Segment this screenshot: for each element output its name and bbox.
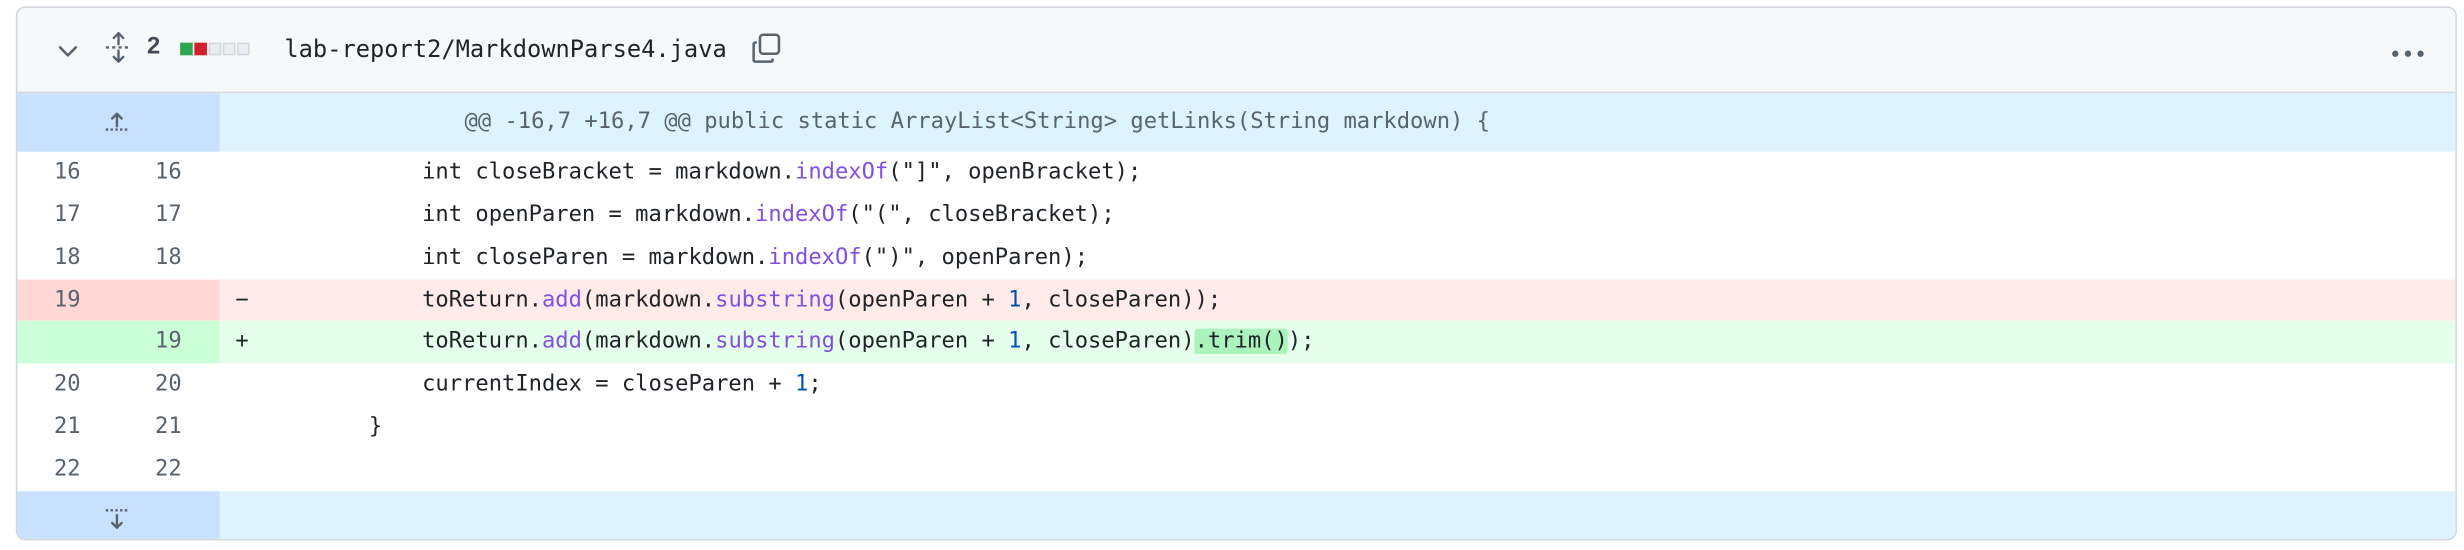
code-number-token: 1 [1008,286,1022,313]
context-line: 22 22 [17,449,2455,491]
change-count: 2 [146,33,161,61]
code-cell: currentIndex = closeParen + 1; [220,364,2456,406]
code-text: toReturn.add(markdown.substring(openPare… [422,329,1315,355]
code-method-token: indexOf [768,244,862,270]
added-line: 19 + toReturn.add(markdown.substring(open… [17,321,2456,364]
code-cell: } [220,406,2456,448]
old-line-number[interactable]: 22 [17,449,118,491]
diffstat-block-added [180,42,193,56]
new-line-number[interactable]: 19 [118,321,220,364]
old-line-number[interactable] [17,321,119,364]
diffstat-bar [180,42,250,56]
code-text: } [368,414,383,440]
code-method-token: add [541,329,582,355]
new-line-number[interactable]: 16 [119,152,220,194]
new-line-number[interactable]: 22 [119,449,220,491]
code-number-token: 1 [1008,329,1022,355]
context-line: 21 21 } [17,406,2455,448]
code-highlight-change: .trim() [1194,329,1288,355]
chevron-down-icon[interactable] [55,38,80,63]
code-cell: int closeParen = markdown.indexOf(")", o… [220,237,2456,279]
context-line: 17 17 int openParen = markdown.indexOf("(… [17,194,2455,236]
new-line-number[interactable]: 18 [119,237,220,279]
deleted-line: 19 − toReturn.add(markdown.substring(open… [17,278,2456,322]
hunk-expander-gutter [17,491,220,539]
context-line: 16 16 int closeBracket = markdown.indexOf… [17,152,2455,194]
diffstat-block-neutral [237,42,250,56]
diffstat-block-neutral [222,42,236,56]
context-line: 18 18 int closeParen = markdown.indexOf("… [17,237,2455,279]
code-method-token: add [541,286,582,313]
code-method-token: substring [715,286,835,313]
code-text: toReturn.add(markdown.substring(openPare… [422,286,1222,313]
code-text: int openParen = markdown.indexOf("(", cl… [422,201,1115,228]
new-line-number[interactable]: 21 [119,406,220,448]
new-line-number[interactable]: 20 [119,364,220,406]
old-line-number[interactable]: 21 [17,406,118,448]
old-line-number[interactable]: 19 [17,278,119,322]
code-text: int closeBracket = markdown.indexOf("]",… [422,159,1142,185]
file-diff: 2 lab-report2/MarkdownParse4.java @@ -16… [15,6,2457,541]
diff-stage: 2 lab-report2/MarkdownParse4.java @@ -16… [0,0,2464,545]
code-cell: − toReturn.add(markdown.substring(openPa… [220,279,2456,321]
context-line: 20 20 currentIndex = closeParen + 1; [17,364,2455,406]
new-line-number[interactable]: 17 [119,194,220,236]
old-line-number[interactable]: 17 [17,194,118,236]
code-number-token: 1 [795,371,809,397]
diffstat-block-neutral [208,42,222,56]
kebab-horizontal-icon[interactable] [2389,40,2427,59]
fold-up-icon[interactable] [103,109,131,134]
code-text: currentIndex = closeParen + 1; [422,371,822,397]
fold-down-icon[interactable] [103,506,131,531]
deletion-marker: − [235,286,249,313]
copy-icon[interactable] [749,32,784,67]
new-line-number[interactable] [118,278,220,322]
hunk-footer-row [17,491,2456,539]
code-cell: + toReturn.add(markdown.substring(openPa… [220,321,2456,363]
diff-table: @@ -16,7 +16,7 @@ public static ArrayLis… [17,93,2456,539]
code-text: int closeParen = markdown.indexOf(")", o… [422,244,1089,270]
diffstat-block-deleted [194,42,207,56]
addition-marker: + [235,329,249,355]
code-cell [220,449,2456,491]
old-line-number[interactable]: 18 [17,237,118,279]
unfold-icon[interactable] [101,30,136,65]
code-cell: int closeBracket = markdown.indexOf("]",… [220,152,2456,194]
hunk-header-row: @@ -16,7 +16,7 @@ public static ArrayLis… [17,93,2456,152]
old-line-number[interactable]: 20 [17,364,118,406]
hunk-expander-gutter [17,93,220,152]
code-method-token: indexOf [795,159,889,185]
hunk-header-text: @@ -16,7 +16,7 @@ public static ArrayLis… [464,109,1490,135]
file-header: 2 lab-report2/MarkdownParse4.java [17,7,2456,94]
code-method-token: substring [715,329,835,355]
old-line-number[interactable]: 16 [17,152,118,194]
file-path-link[interactable]: lab-report2/MarkdownParse4.java [284,35,726,63]
code-method-token: indexOf [755,201,849,228]
code-cell: int openParen = markdown.indexOf("(", cl… [220,194,2456,236]
